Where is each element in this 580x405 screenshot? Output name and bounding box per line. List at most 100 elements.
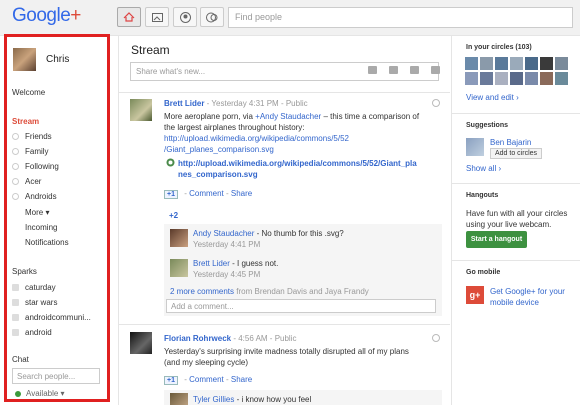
circles-icon [206, 12, 218, 22]
avatar[interactable] [540, 57, 553, 70]
start-hangout-button[interactable]: Start a hangout [466, 231, 527, 248]
show-all-link[interactable]: Show all › [466, 164, 501, 173]
post-url-link-cont[interactable]: /Giant_planes_comparison.svg [164, 144, 419, 155]
avatar[interactable] [466, 138, 484, 156]
avatar[interactable] [510, 57, 523, 70]
suggestions-heading: Suggestions [466, 122, 509, 129]
avatar[interactable] [170, 393, 188, 405]
spark-icon [12, 284, 19, 291]
plus-one-button[interactable]: +1 [164, 190, 178, 199]
collapse-icon[interactable] [432, 99, 440, 107]
circle-icon [12, 133, 19, 140]
post-url-link[interactable]: http://upload.wikimedia.org/wikipedia/co… [164, 133, 419, 144]
sidebar-item-label: Family [25, 147, 49, 156]
spark-icon [12, 314, 19, 321]
sidebar-item-welcome[interactable]: Welcome [12, 88, 45, 97]
sidebar-item-label: Following [25, 162, 59, 171]
sidebar-item-androids[interactable]: Androids [12, 192, 57, 201]
chat-search-input[interactable]: Search people... [12, 368, 100, 384]
avatar[interactable] [555, 57, 568, 70]
sidebar-item-acer[interactable]: Acer [12, 177, 41, 186]
profile-button[interactable] [173, 7, 197, 27]
link-preview-title: http://upload.wikimedia.org/wikipedia/co… [178, 158, 417, 180]
sidebar-item-spark[interactable]: androidcommuni... [12, 313, 91, 322]
top-bar: Google+ Find people [0, 0, 580, 36]
collapse-icon[interactable] [432, 334, 440, 342]
photos-button[interactable] [145, 7, 169, 27]
sidebar-item-spark[interactable]: android [12, 328, 52, 337]
sidebar-item-notifications[interactable]: Notifications [25, 238, 69, 247]
avatar[interactable] [170, 229, 188, 247]
avatar[interactable] [465, 57, 478, 70]
post-author[interactable]: Brett Lider [164, 99, 204, 108]
comment-author[interactable]: Andy Staudacher [193, 229, 254, 238]
comment-time: Yesterday 4:45 PM [193, 270, 261, 279]
circle-icon [12, 193, 19, 200]
find-people-input[interactable]: Find people [228, 7, 573, 28]
hangouts-text-line: using your live webcam. [466, 220, 552, 229]
plus-count[interactable]: +2 [169, 211, 178, 220]
add-comment-input[interactable]: Add a comment... [166, 299, 436, 313]
plus-one-button[interactable]: +1 [164, 376, 178, 385]
post-text-line: the largest airplanes throughout history… [164, 123, 305, 132]
spark-icon [12, 299, 19, 306]
video-icon[interactable] [389, 66, 398, 74]
avatar[interactable] [130, 332, 152, 354]
mobile-link[interactable]: Get Google+ for your mobile device [490, 286, 565, 308]
share-link[interactable]: Share [231, 375, 252, 384]
circles-button[interactable] [200, 7, 224, 27]
avatar[interactable] [510, 72, 523, 85]
comment-link[interactable]: Comment [189, 189, 224, 198]
location-icon[interactable] [431, 66, 440, 74]
share-link[interactable]: Share [231, 189, 252, 198]
divider [452, 183, 580, 184]
avatar[interactable] [555, 72, 568, 85]
avatar[interactable] [170, 259, 188, 277]
avatar[interactable] [130, 99, 152, 121]
view-edit-link[interactable]: View and edit › [466, 93, 519, 102]
globe-icon [166, 158, 175, 167]
sidebar-item-friends[interactable]: Friends [12, 132, 52, 141]
comment: Tyler Gillies - i know how you feel [193, 395, 311, 404]
hangouts-text-line: Have fun with all your circles [466, 209, 568, 218]
profile-link[interactable]: Chris [13, 48, 69, 71]
sidebar-item-stream[interactable]: Stream [12, 117, 39, 126]
post-author[interactable]: Florian Rohrweck [164, 334, 231, 343]
divider [452, 260, 580, 261]
divider [118, 324, 450, 325]
sidebar-item-more[interactable]: More ▾ [25, 208, 49, 217]
post-text-part: – this time a comparison of [321, 112, 420, 121]
comment-author[interactable]: Brett Lider [193, 259, 230, 268]
home-button[interactable] [117, 7, 141, 27]
comment-text: - I guess not. [229, 259, 279, 268]
avatar[interactable] [480, 72, 493, 85]
avatar[interactable] [540, 72, 553, 85]
avatar[interactable] [495, 72, 508, 85]
link-icon[interactable] [410, 66, 419, 74]
separator: - [223, 375, 231, 384]
avatar[interactable] [480, 57, 493, 70]
sidebar-item-family[interactable]: Family [12, 147, 49, 156]
sidebar-item-spark[interactable]: caturday [12, 283, 56, 292]
add-to-circles-button[interactable]: Add to circles [490, 148, 543, 159]
sidebar-item-following[interactable]: Following [12, 162, 59, 171]
divider [118, 92, 450, 93]
more-comments-link[interactable]: 2 more comments [170, 287, 234, 296]
camera-icon[interactable] [368, 66, 377, 74]
link-preview[interactable]: http://upload.wikimedia.org/wikipedia/co… [166, 158, 417, 180]
mobile-link-line: mobile device [490, 298, 539, 307]
comment-author[interactable]: Tyler Gillies [193, 395, 234, 404]
google-plus-logo[interactable]: Google+ [12, 5, 81, 27]
avatar[interactable] [495, 57, 508, 70]
sidebar-item-spark[interactable]: star wars [12, 298, 57, 307]
sidebar-item-label: caturday [25, 283, 56, 292]
profile-icon [179, 11, 191, 23]
avatar[interactable] [525, 57, 538, 70]
suggestion-name[interactable]: Ben Bajarin [490, 138, 531, 147]
comment-link[interactable]: Comment [189, 375, 224, 384]
sidebar-item-incoming[interactable]: Incoming [25, 223, 57, 232]
avatar[interactable] [465, 72, 478, 85]
avatar[interactable] [525, 72, 538, 85]
chat-status[interactable]: Available ▾ [15, 389, 65, 398]
mention-link[interactable]: +Andy Staudacher [255, 112, 321, 121]
